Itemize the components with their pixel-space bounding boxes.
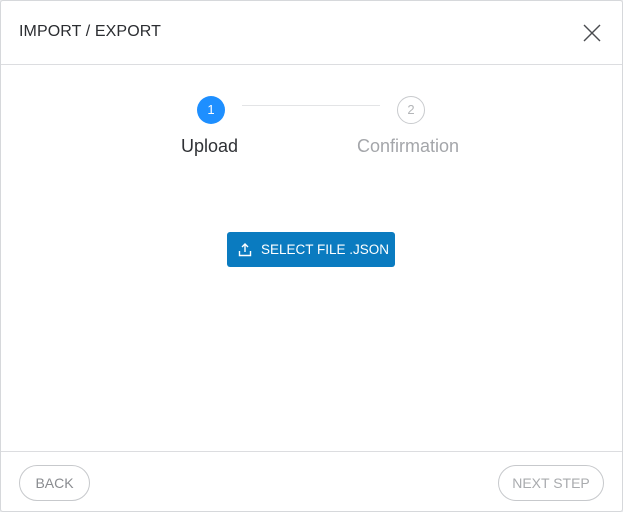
select-file-button[interactable]: SELECT FILE .JSON xyxy=(227,232,395,267)
stepper-connector xyxy=(242,105,380,106)
upload-icon xyxy=(238,242,252,257)
back-button[interactable]: BACK xyxy=(19,465,90,501)
dialog-footer: BACK NEXT STEP xyxy=(1,451,622,511)
close-button[interactable] xyxy=(582,23,602,43)
dialog-header: IMPORT / EXPORT xyxy=(1,1,622,65)
step-1-indicator: 1 xyxy=(197,96,225,124)
step-1-label: Upload xyxy=(181,136,239,156)
select-file-label: SELECT FILE .JSON xyxy=(261,242,390,257)
close-icon xyxy=(582,23,602,43)
next-step-button[interactable]: NEXT STEP xyxy=(498,465,604,501)
import-export-dialog: IMPORT / EXPORT 1 Upload 2 Confirmation … xyxy=(0,0,623,512)
step-2-indicator: 2 xyxy=(397,96,425,124)
stepper: 1 Upload 2 Confirmation xyxy=(1,96,622,166)
dialog-title: IMPORT / EXPORT xyxy=(19,23,161,40)
step-2-label: Confirmation xyxy=(357,136,460,156)
